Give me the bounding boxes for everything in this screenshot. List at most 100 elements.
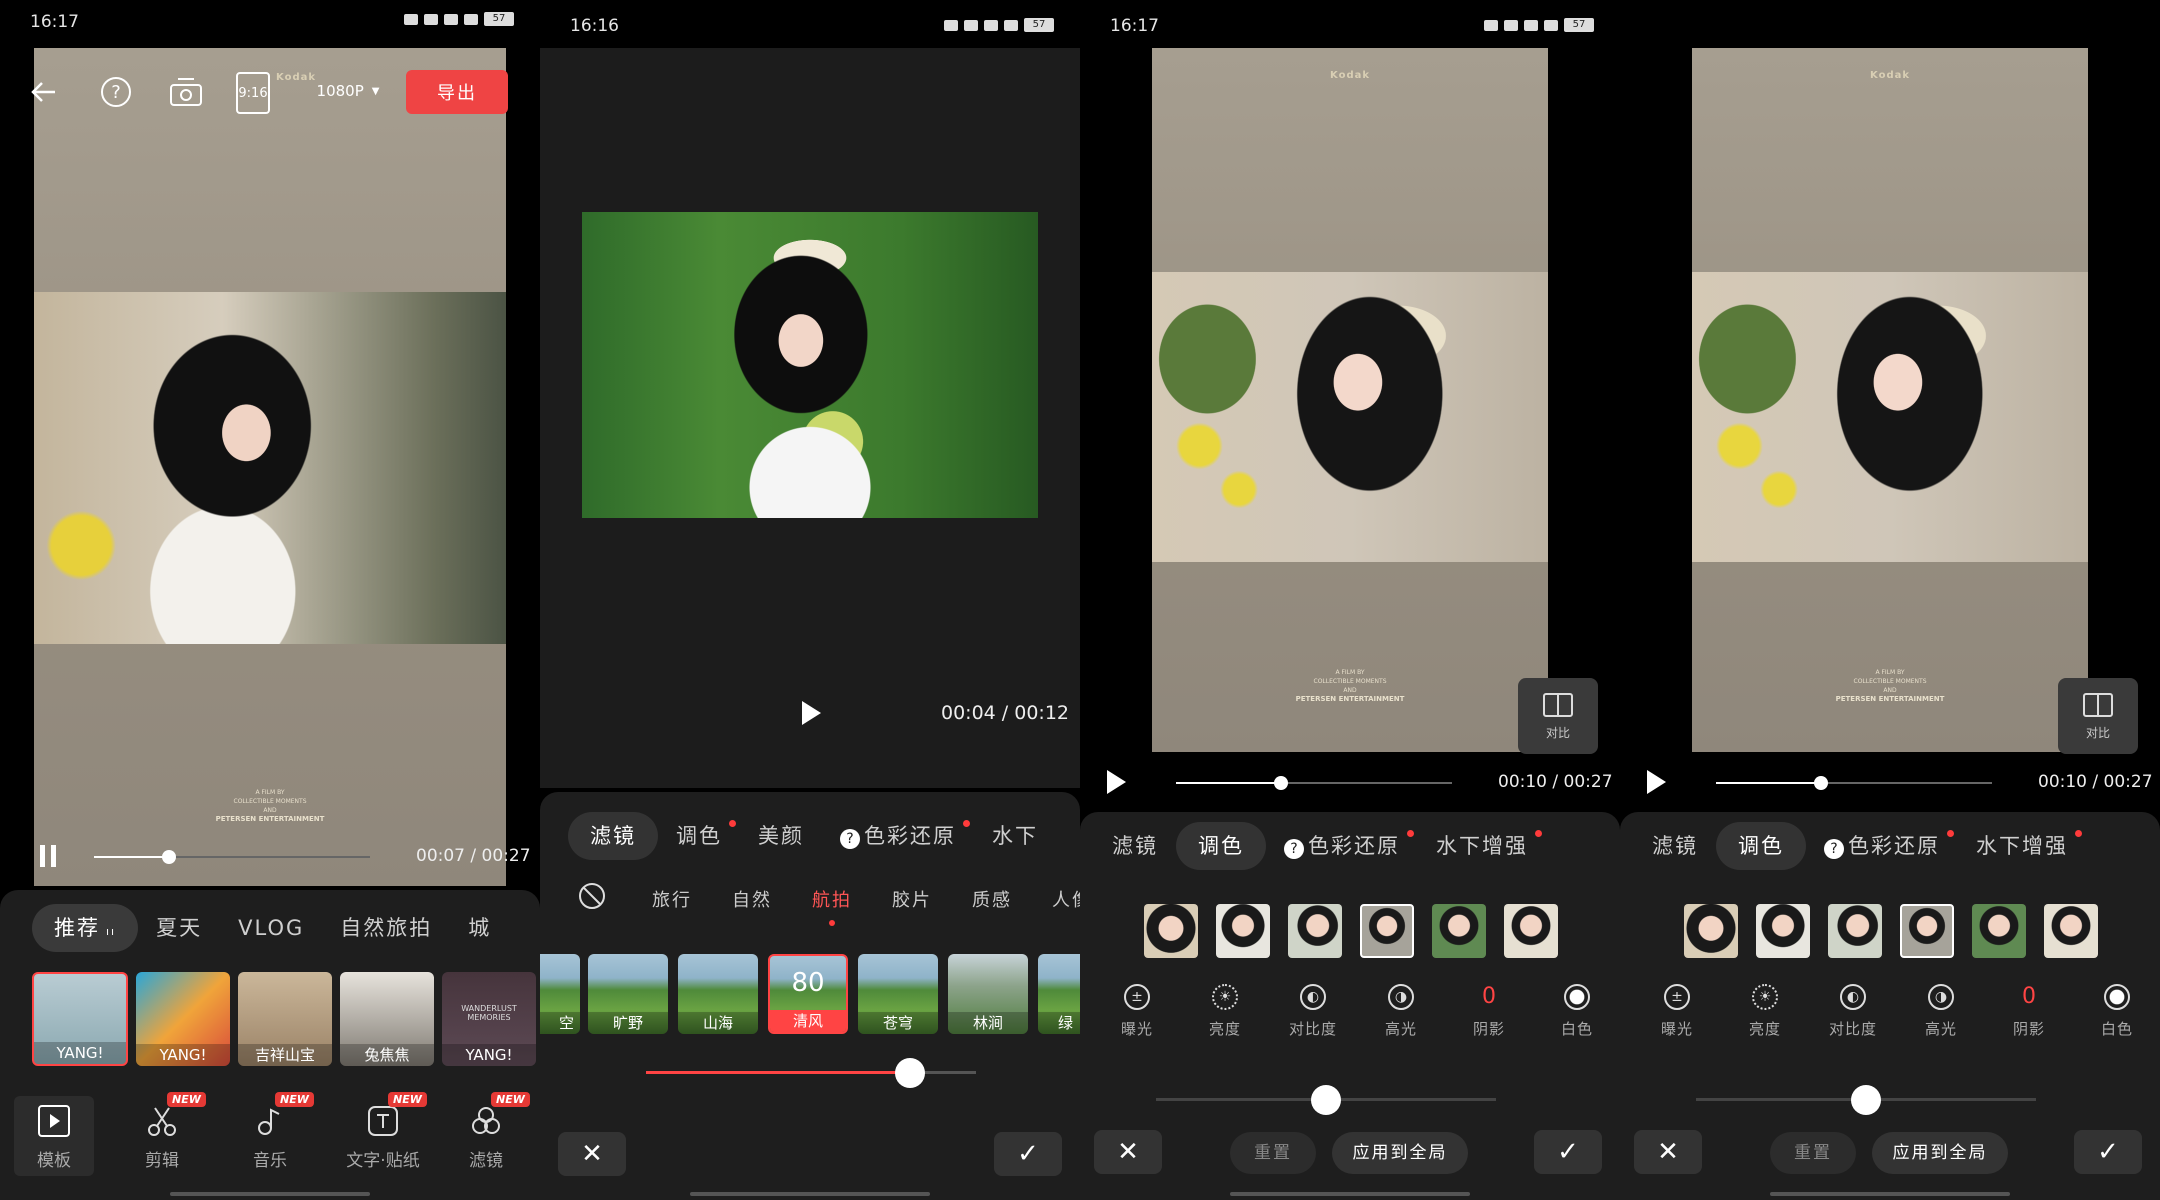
seek-handle[interactable] (1273, 776, 1288, 790)
filter-thumb[interactable]: 绿 (1038, 954, 1080, 1034)
adjust-exposure[interactable]: ± 曝光 (1102, 984, 1172, 1039)
face-thumb[interactable] (1360, 904, 1414, 958)
play-icon[interactable] (1102, 768, 1130, 796)
nav-edit[interactable]: NEW 剪辑 (122, 1092, 206, 1171)
template-thumb[interactable]: YANG! (136, 972, 230, 1066)
adjust-white[interactable]: 白色 (1542, 984, 1612, 1039)
aspect-ratio-button[interactable]: 9:16 (236, 72, 270, 114)
help-icon[interactable]: ? (98, 74, 134, 110)
tab-color[interactable]: 调色 (658, 812, 740, 860)
seek-handle[interactable] (161, 850, 176, 864)
reset-button[interactable]: 重置 (1770, 1132, 1856, 1174)
confirm-button[interactable]: ✓ (994, 1132, 1062, 1176)
back-icon[interactable] (26, 74, 62, 110)
slider-handle[interactable] (1311, 1085, 1341, 1115)
tab-color[interactable]: 调色 (1176, 822, 1266, 870)
tab-filter[interactable]: 滤镜 (1634, 822, 1716, 870)
resolution-dropdown[interactable]: 1080P ▼ (308, 78, 388, 104)
video-preview[interactable] (540, 48, 1080, 788)
template-thumb[interactable]: 兔焦焦 (340, 972, 434, 1066)
template-thumb[interactable]: 吉祥山宝 (238, 972, 332, 1066)
filter-thumb[interactable]: 旷野 (588, 954, 668, 1034)
play-icon[interactable] (796, 698, 826, 728)
face-thumb[interactable] (1432, 904, 1486, 958)
filter-thumb-selected[interactable]: 80 清风 (768, 954, 848, 1034)
nav-filter[interactable]: NEW 滤镜 (446, 1092, 530, 1171)
nav-music[interactable]: NEW 音乐 (230, 1092, 314, 1171)
video-preview[interactable]: Kodak A FILM BY COLLECTIBLE MOMENTS AND … (1152, 48, 1548, 752)
filter-category[interactable]: 自然 (712, 886, 792, 912)
face-thumb[interactable] (1972, 904, 2026, 958)
face-thumb[interactable] (1288, 904, 1342, 958)
play-icon[interactable] (1642, 768, 1670, 796)
filter-thumb[interactable]: 苍穹 (858, 954, 938, 1034)
adjust-exposure[interactable]: ± 曝光 (1642, 984, 1712, 1039)
adjust-highlight[interactable]: ◑ 高光 (1366, 984, 1436, 1039)
face-thumb[interactable] (1216, 904, 1270, 958)
face-thumb[interactable] (1756, 904, 1810, 958)
confirm-button[interactable]: ✓ (1534, 1130, 1602, 1174)
template-thumb[interactable]: YANG! (32, 972, 128, 1066)
compare-button[interactable]: 对比 (1518, 678, 1598, 754)
face-thumb[interactable] (1900, 904, 1954, 958)
category-tab[interactable]: 推荐 ıı (32, 904, 139, 952)
video-preview[interactable]: Kodak A FILM BY COLLECTIBLE MOMENTS AND … (1692, 48, 2088, 752)
filter-category[interactable]: 航拍 (792, 886, 872, 926)
category-tab[interactable]: 城 (450, 904, 509, 952)
no-filter-icon[interactable] (576, 880, 608, 912)
confirm-button[interactable]: ✓ (2074, 1130, 2142, 1174)
filter-thumb[interactable]: 山海 (678, 954, 758, 1034)
adjust-slider[interactable] (1696, 1085, 2036, 1115)
adjust-brightness[interactable]: ☀ 亮度 (1730, 984, 1800, 1039)
filter-thumb[interactable]: 林涧 (948, 954, 1028, 1034)
filter-category[interactable]: 旅行 (632, 886, 712, 912)
face-thumb[interactable] (1504, 904, 1558, 958)
adjust-highlight[interactable]: ◑ 高光 (1906, 984, 1976, 1039)
face-thumb[interactable] (2044, 904, 2098, 958)
face-thumb[interactable] (1828, 904, 1882, 958)
category-tab[interactable]: 自然旅拍 (322, 904, 450, 952)
tab-color-restore[interactable]: ? 色彩还原 (1266, 822, 1418, 870)
cancel-button[interactable]: ✕ (1634, 1130, 1702, 1174)
seek-bar[interactable] (1176, 776, 1452, 790)
tab-filter[interactable]: 滤镜 (568, 812, 658, 860)
nav-templates[interactable]: 模板 (14, 1096, 94, 1176)
face-thumb[interactable] (1144, 904, 1198, 958)
filter-category[interactable]: 人像 (1032, 886, 1080, 912)
nav-text-sticker[interactable]: NEW 文字·贴纸 (338, 1092, 428, 1171)
video-preview[interactable]: A FILM BY COLLECTIBLE MOMENTS AND PETERS… (34, 48, 506, 886)
tab-color[interactable]: 调色 (1716, 822, 1806, 870)
filter-thumb[interactable]: 空 (540, 954, 580, 1034)
filter-intensity-slider[interactable] (646, 1058, 976, 1088)
category-tab[interactable]: VLOG (220, 904, 322, 952)
template-thumb[interactable]: WANDERLUST MEMORIES YANG! (442, 972, 536, 1066)
slider-handle[interactable] (895, 1058, 925, 1088)
tab-color-restore[interactable]: ? 色彩还原 (822, 812, 974, 860)
cancel-button[interactable]: ✕ (1094, 1130, 1162, 1174)
apply-all-button[interactable]: 应用到全局 (1872, 1132, 2008, 1174)
adjust-shadow[interactable]: 0 阴影 (1994, 984, 2064, 1039)
reset-button[interactable]: 重置 (1230, 1132, 1316, 1174)
adjust-shadow[interactable]: 0 阴影 (1454, 984, 1524, 1039)
seek-handle[interactable] (1813, 776, 1828, 790)
apply-all-button[interactable]: 应用到全局 (1332, 1132, 1468, 1174)
cancel-button[interactable]: ✕ (558, 1132, 626, 1176)
compare-button[interactable]: 对比 (2058, 678, 2138, 754)
seek-bar[interactable] (1716, 776, 1992, 790)
snapshot-icon[interactable] (166, 72, 206, 112)
slider-handle[interactable] (1851, 1085, 1881, 1115)
tab-color-restore[interactable]: ? 色彩还原 (1806, 822, 1958, 870)
filter-category[interactable]: 胶片 (872, 886, 952, 912)
pause-icon[interactable] (36, 844, 60, 868)
export-button[interactable]: 导出 (406, 70, 508, 114)
category-tab[interactable]: 夏天 (138, 904, 220, 952)
adjust-brightness[interactable]: ☀ 亮度 (1190, 984, 1260, 1039)
face-thumb[interactable] (1684, 904, 1738, 958)
tab-underwater[interactable]: 水下 (974, 812, 1056, 860)
adjust-contrast[interactable]: ◐ 对比度 (1818, 984, 1888, 1039)
tab-underwater[interactable]: 水下增强 (1958, 822, 2086, 870)
tab-beauty[interactable]: 美颜 (740, 812, 822, 860)
adjust-slider[interactable] (1156, 1085, 1496, 1115)
filter-category[interactable]: 质感 (952, 886, 1032, 912)
adjust-contrast[interactable]: ◐ 对比度 (1278, 984, 1348, 1039)
